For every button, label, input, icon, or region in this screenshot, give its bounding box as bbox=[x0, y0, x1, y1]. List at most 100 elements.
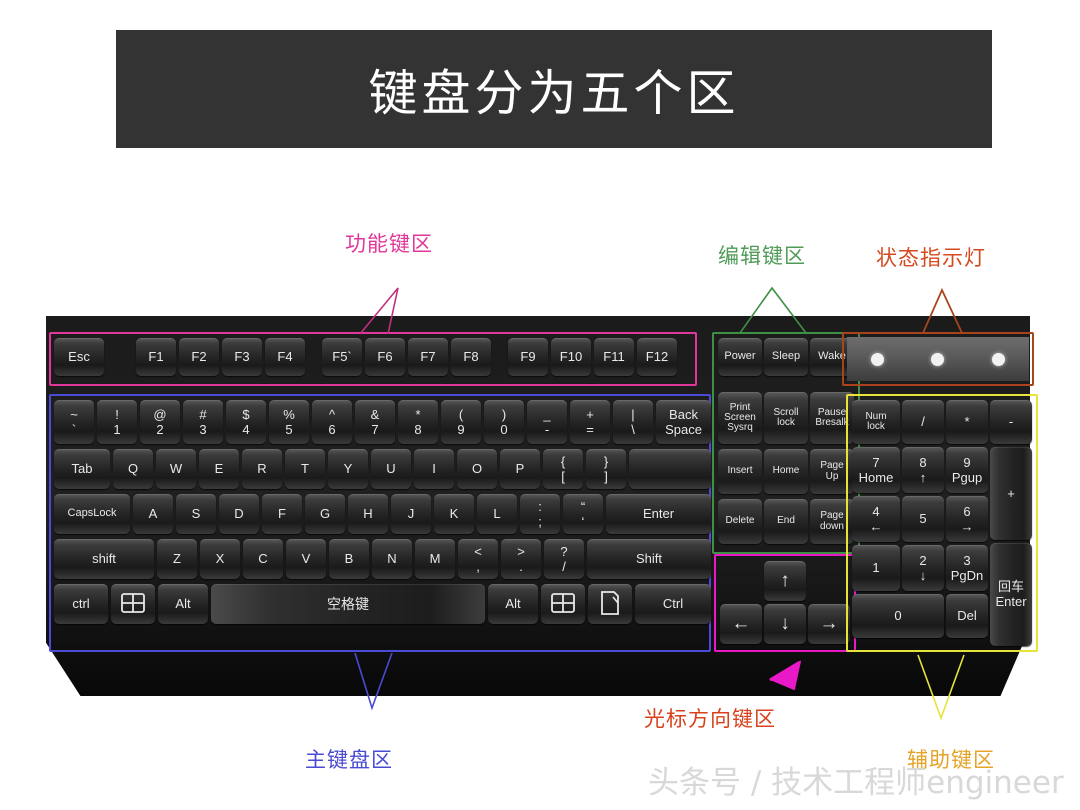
key-t[interactable]: T bbox=[285, 449, 325, 489]
key-numpad-0[interactable]: 0 bbox=[852, 594, 944, 638]
key-f1[interactable]: F1 bbox=[136, 338, 176, 376]
key-9[interactable]: ( 9 bbox=[441, 400, 481, 444]
key-numlock[interactable]: Num lock bbox=[852, 400, 900, 444]
key-esc[interactable]: Esc bbox=[54, 338, 104, 376]
key-e[interactable]: E bbox=[199, 449, 239, 489]
key-y[interactable]: Y bbox=[328, 449, 368, 489]
key-numpad-8[interactable]: 8 ↑ bbox=[902, 447, 944, 493]
key-ctrl-left[interactable]: ctrl bbox=[54, 584, 108, 624]
key-numpad-plus[interactable]: + bbox=[990, 447, 1032, 540]
key-g[interactable]: G bbox=[305, 494, 345, 534]
key-delete[interactable]: Delete bbox=[718, 499, 762, 544]
key-1[interactable]: ! 1 bbox=[97, 400, 137, 444]
key-end[interactable]: End bbox=[764, 499, 808, 544]
key-r[interactable]: R bbox=[242, 449, 282, 489]
key-power[interactable]: Power bbox=[718, 338, 762, 376]
key-bracket-right[interactable]: } ] bbox=[586, 449, 626, 489]
key-numpad-5[interactable]: 5 bbox=[902, 496, 944, 542]
key-page-up[interactable]: Page Up bbox=[810, 449, 854, 494]
key-x[interactable]: X bbox=[200, 539, 240, 579]
key-c[interactable]: C bbox=[243, 539, 283, 579]
key-capslock[interactable]: CapsLock bbox=[54, 494, 130, 534]
arrow-left-key[interactable]: ← bbox=[720, 604, 762, 644]
key-6[interactable]: ^ 6 bbox=[312, 400, 352, 444]
key-numpad-6[interactable]: 6 → bbox=[946, 496, 988, 542]
key-numpad-multiply[interactable]: * bbox=[946, 400, 988, 444]
key-j[interactable]: J bbox=[391, 494, 431, 534]
key-page-down[interactable]: Page down bbox=[810, 499, 854, 544]
key-q[interactable]: Q bbox=[113, 449, 153, 489]
key-p[interactable]: P bbox=[500, 449, 540, 489]
key-f9[interactable]: F9 bbox=[508, 338, 548, 376]
key-numpad-enter[interactable]: 回车 Enter bbox=[990, 543, 1032, 646]
key-period[interactable]: > . bbox=[501, 539, 541, 579]
key-u[interactable]: U bbox=[371, 449, 411, 489]
key-windows-right[interactable] bbox=[541, 584, 585, 624]
key-slash[interactable]: ? / bbox=[544, 539, 584, 579]
key-7[interactable]: & 7 bbox=[355, 400, 395, 444]
key-n[interactable]: N bbox=[372, 539, 412, 579]
key-8[interactable]: * 8 bbox=[398, 400, 438, 444]
key-m[interactable]: M bbox=[415, 539, 455, 579]
key-w[interactable]: W bbox=[156, 449, 196, 489]
key-menu[interactable] bbox=[588, 584, 632, 624]
key-quote[interactable]: “ ‘ bbox=[563, 494, 603, 534]
key-semicolon[interactable]: : ; bbox=[520, 494, 560, 534]
arrow-right-key[interactable]: → bbox=[808, 604, 850, 644]
key-shift-right[interactable]: Shift bbox=[587, 539, 711, 579]
key-l[interactable]: L bbox=[477, 494, 517, 534]
key-shift-left[interactable]: shift bbox=[54, 539, 154, 579]
key-f7[interactable]: F7 bbox=[408, 338, 448, 376]
key-backspace[interactable]: Back Space bbox=[656, 400, 711, 444]
key-a[interactable]: A bbox=[133, 494, 173, 534]
key-k[interactable]: K bbox=[434, 494, 474, 534]
key-minus[interactable]: _ - bbox=[527, 400, 567, 444]
key-f[interactable]: F bbox=[262, 494, 302, 534]
key-3[interactable]: # 3 bbox=[183, 400, 223, 444]
key-numpad-2[interactable]: 2 ↓ bbox=[902, 545, 944, 591]
key-f11[interactable]: F11 bbox=[594, 338, 634, 376]
key-tab[interactable]: Tab bbox=[54, 449, 110, 489]
key-f8[interactable]: F8 bbox=[451, 338, 491, 376]
key-ctrl-right[interactable]: Ctrl bbox=[635, 584, 711, 624]
key-5[interactable]: % 5 bbox=[269, 400, 309, 444]
key-backslash-top[interactable]: | \ bbox=[613, 400, 653, 444]
key-backslash[interactable] bbox=[629, 449, 711, 489]
key-numpad-1[interactable]: 1 bbox=[852, 545, 900, 591]
key-4[interactable]: $ 4 bbox=[226, 400, 266, 444]
key-s[interactable]: S bbox=[176, 494, 216, 534]
key-backtick[interactable]: ~ ` bbox=[54, 400, 94, 444]
key-sleep[interactable]: Sleep bbox=[764, 338, 808, 376]
key-print-screen[interactable]: Print Screen Sysrq bbox=[718, 392, 762, 444]
key-alt-left[interactable]: Alt bbox=[158, 584, 208, 624]
key-numpad-7[interactable]: 7 Home bbox=[852, 447, 900, 493]
key-numpad-minus[interactable]: - bbox=[990, 400, 1032, 444]
key-insert[interactable]: Insert bbox=[718, 449, 762, 494]
key-enter[interactable]: Enter bbox=[606, 494, 711, 534]
key-v[interactable]: V bbox=[286, 539, 326, 579]
arrow-up-key[interactable]: ↑ bbox=[764, 561, 806, 601]
key-equals[interactable]: + = bbox=[570, 400, 610, 444]
key-f4[interactable]: F4 bbox=[265, 338, 305, 376]
key-2[interactable]: @ 2 bbox=[140, 400, 180, 444]
key-numpad-9[interactable]: 9 Pgup bbox=[946, 447, 988, 493]
key-numpad-del[interactable]: Del bbox=[946, 594, 988, 638]
key-bracket-left[interactable]: { [ bbox=[543, 449, 583, 489]
key-home[interactable]: Home bbox=[764, 449, 808, 494]
key-o[interactable]: O bbox=[457, 449, 497, 489]
key-numpad-divide[interactable]: / bbox=[902, 400, 944, 444]
key-i[interactable]: I bbox=[414, 449, 454, 489]
key-alt-right[interactable]: Alt bbox=[488, 584, 538, 624]
key-numpad-3[interactable]: 3 PgDn bbox=[946, 545, 988, 591]
arrow-down-key[interactable]: ↓ bbox=[764, 604, 806, 644]
key-f2[interactable]: F2 bbox=[179, 338, 219, 376]
key-numpad-4[interactable]: 4 ← bbox=[852, 496, 900, 542]
key-d[interactable]: D bbox=[219, 494, 259, 534]
key-b[interactable]: B bbox=[329, 539, 369, 579]
key-comma[interactable]: < , bbox=[458, 539, 498, 579]
key-f5[interactable]: F5` bbox=[322, 338, 362, 376]
key-space[interactable]: 空格键 bbox=[211, 584, 485, 624]
key-f6[interactable]: F6 bbox=[365, 338, 405, 376]
key-z[interactable]: Z bbox=[157, 539, 197, 579]
key-f10[interactable]: F10 bbox=[551, 338, 591, 376]
